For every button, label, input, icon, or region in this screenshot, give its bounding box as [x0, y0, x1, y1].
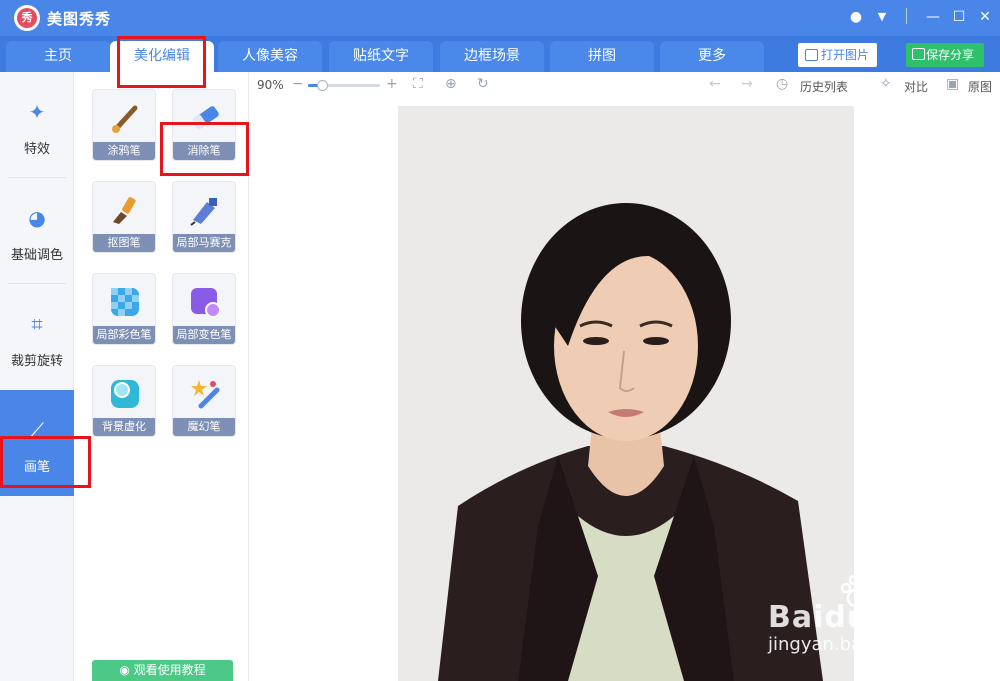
maximize-icon[interactable]: ☐	[949, 7, 969, 27]
tool-label: 局部彩色笔	[93, 326, 155, 344]
tool-cutout-pen[interactable]: 抠图笔	[92, 181, 156, 253]
minimize-icon[interactable]: —	[923, 7, 943, 27]
tool-eraser-pen[interactable]: 消除笔	[172, 89, 236, 161]
sidebar-item-label: 基础调色	[10, 248, 63, 263]
tool-magic-pen[interactable]: 魔幻笔	[172, 365, 236, 437]
eye-icon: ◉	[119, 663, 130, 677]
magic-pen-icon	[187, 376, 223, 412]
logo-mark: 秀	[17, 8, 37, 28]
chat-icon[interactable]: ●	[846, 7, 866, 27]
open-image-button[interactable]: 打开图片	[798, 43, 877, 67]
left-sidebar: ✦ 特效 ◕ 基础调色 ⌗ 裁剪旋转 ⟋ 画笔	[0, 72, 74, 681]
tab-frame-scene[interactable]: 边框场景	[440, 41, 544, 72]
tool-doodle-pen[interactable]: 涂鸦笔	[92, 89, 156, 161]
open-image-label: 打开图片	[821, 48, 870, 62]
tool-label: 抠图笔	[93, 234, 155, 252]
dropdown-menu-icon[interactable]: ▼	[872, 7, 892, 27]
eraser-pen-icon	[187, 100, 223, 136]
brush-icon: ⟋	[30, 418, 44, 442]
undo-icon[interactable]: ←	[709, 76, 721, 92]
cutout-brush-icon	[107, 192, 143, 228]
mosaic-pen-icon	[187, 192, 223, 228]
zoom-out-icon[interactable]: −	[292, 76, 304, 92]
sidebar-item-crop-rotate[interactable]: ⌗ 裁剪旋转	[0, 284, 74, 390]
watermark-brand: Baidu经验	[768, 600, 932, 635]
tool-background-blur[interactable]: 背景虚化	[92, 365, 156, 437]
save-share-button[interactable]: 保存分享	[906, 43, 984, 67]
tool-label: 背景虚化	[93, 418, 155, 436]
export-icon	[912, 48, 925, 60]
title-separator	[906, 8, 907, 24]
app-logo: 秀	[14, 5, 40, 31]
tab-portrait[interactable]: 人像美容	[218, 41, 322, 72]
tab-collage[interactable]: 拼图	[550, 41, 654, 72]
sidebar-item-label: 特效	[23, 142, 50, 157]
zoom-slider[interactable]	[308, 80, 380, 91]
image-icon	[805, 49, 818, 61]
tool-label: 涂鸦笔	[93, 142, 155, 160]
tool-label: 魔幻笔	[173, 418, 235, 436]
close-icon[interactable]: ✕	[975, 7, 995, 27]
rotate-icon[interactable]: ↻	[477, 76, 489, 92]
tool-local-color-pen[interactable]: 局部彩色笔	[92, 273, 156, 345]
magic-wand-icon: ✦	[28, 100, 46, 124]
tab-sticker-text[interactable]: 贴纸文字	[329, 41, 433, 72]
watermark-url: jingyan.baidu.com	[768, 634, 935, 655]
redo-icon[interactable]: →	[741, 76, 753, 92]
recolor-pen-icon	[187, 284, 223, 320]
original-image-button[interactable]: 原图	[968, 78, 992, 95]
tab-more[interactable]: 更多	[660, 41, 764, 72]
tool-local-recolor-pen[interactable]: 局部变色笔	[172, 273, 236, 345]
actual-size-icon[interactable]: ⊕	[445, 76, 457, 92]
watch-tutorial-button[interactable]: ◉ 观看使用教程	[92, 660, 233, 681]
save-share-label: 保存分享	[926, 48, 975, 62]
tool-label: 局部马赛克	[173, 234, 235, 252]
app-title: 美图秀秀	[47, 10, 112, 28]
title-bar: 秀 美图秀秀 ● ▼ — ☐ ✕	[0, 0, 1000, 36]
sidebar-item-brush[interactable]: ⟋ 画笔	[0, 390, 74, 496]
blur-bg-icon	[107, 376, 143, 412]
tutorial-label: 观看使用教程	[133, 663, 206, 677]
zoom-level: 90%	[257, 78, 284, 92]
sidebar-item-label: 裁剪旋转	[10, 354, 63, 369]
paint-brush-icon	[107, 100, 143, 136]
fit-screen-icon[interactable]: ⛶	[413, 76, 423, 92]
sidebar-item-label: 画笔	[23, 460, 50, 475]
original-image-icon[interactable]: ▣	[946, 76, 959, 92]
tab-home[interactable]: 主页	[6, 41, 110, 72]
tool-mosaic-pen[interactable]: 局部马赛克	[172, 181, 236, 253]
tab-beautify-edit[interactable]: 美化编辑	[110, 41, 214, 72]
compare-icon[interactable]: ✧	[880, 76, 892, 92]
crop-icon: ⌗	[31, 312, 43, 336]
tool-label: 消除笔	[173, 142, 235, 160]
sidebar-item-basic-color[interactable]: ◕ 基础调色	[0, 178, 74, 284]
history-list-button[interactable]: 历史列表	[800, 78, 848, 95]
palette-icon: ◕	[28, 206, 46, 230]
history-icon[interactable]: ◷	[776, 76, 788, 92]
color-pen-icon	[107, 284, 143, 320]
tool-label: 局部变色笔	[173, 326, 235, 344]
compare-button[interactable]: 对比	[904, 78, 928, 95]
sidebar-item-effects[interactable]: ✦ 特效	[0, 72, 74, 178]
zoom-in-icon[interactable]: +	[386, 76, 398, 92]
